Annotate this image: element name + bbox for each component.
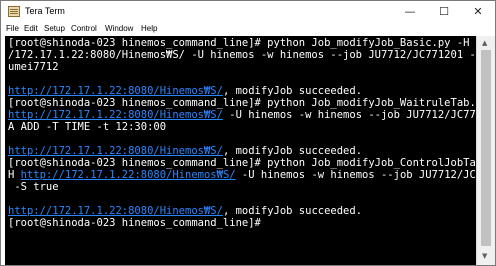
menu-edit[interactable]: Edit bbox=[24, 24, 38, 33]
scroll-up-arrow-icon[interactable]: ▲ bbox=[482, 39, 487, 47]
terminal-url-link[interactable]: http://172.17.1.22:8080/Hinemos₩S/ bbox=[21, 169, 236, 181]
close-button[interactable]: ✕ bbox=[461, 1, 495, 23]
menu-bar: File Edit Setup Control Window Help bbox=[1, 23, 495, 36]
terminal-text: A ADD -T TIME -t 12:30:00 bbox=[8, 121, 167, 133]
window-title: Tera Term bbox=[25, 6, 65, 16]
scrollbar-thumb[interactable] bbox=[481, 50, 491, 246]
terminal-text: , modifyJob succeeded. bbox=[222, 145, 363, 157]
terminal-screen[interactable]: [root@shinoda-023 hinemos_command_line]#… bbox=[5, 36, 476, 265]
tera-term-window: Tera Term — ☐ ✕ File Edit Setup Control … bbox=[0, 0, 496, 266]
maximize-button[interactable]: ☐ bbox=[427, 1, 461, 23]
terminal-text: /172.17.1.22:8080/Hinemos₩S/ -U hinemos … bbox=[8, 49, 476, 61]
terminal-line: http://172.17.1.22:8080/Hinemos₩S/, modi… bbox=[8, 85, 362, 97]
terminal-line: [root@shinoda-023 hinemos_command_line]#… bbox=[8, 37, 476, 49]
terminal-text: , modifyJob succeeded. bbox=[222, 205, 363, 217]
terminal-url-link[interactable]: http://172.17.1.22:8080/Hinemos₩S/ bbox=[8, 109, 223, 121]
terminal-text: -S true bbox=[8, 181, 59, 193]
scroll-down-arrow-icon[interactable]: ▼ bbox=[482, 252, 487, 260]
terminal-url-link[interactable]: http://172.17.1.22:8080/Hinemos₩S/ bbox=[8, 85, 223, 97]
terminal-line: umei7712 bbox=[8, 61, 59, 73]
menu-setup[interactable]: Setup bbox=[44, 24, 65, 33]
terminal-text: H bbox=[8, 169, 21, 181]
terminal-text: -U hinemos -w hinemos --job JU7712/JC771… bbox=[241, 169, 476, 181]
terminal-line: http://172.17.1.22:8080/Hinemos₩S/ -U hi… bbox=[8, 109, 476, 121]
terminal-line: [root@shinoda-023 hinemos_command_line]#… bbox=[8, 97, 476, 109]
menu-help[interactable]: Help bbox=[141, 24, 157, 33]
terminal-line: http://172.17.1.22:8080/Hinemos₩S/, modi… bbox=[8, 145, 362, 157]
minimize-button[interactable]: — bbox=[393, 1, 427, 23]
tera-term-app-icon bbox=[8, 6, 20, 17]
terminal-line: A ADD -T TIME -t 12:30:00 bbox=[8, 121, 166, 133]
terminal-line: http://172.17.1.22:8080/Hinemos₩S/, modi… bbox=[8, 205, 362, 217]
terminal-line: [root@shinoda-023 hinemos_command_line]#… bbox=[8, 157, 476, 169]
terminal-url-link[interactable]: http://172.17.1.22:8080/Hinemos₩S/ bbox=[8, 145, 223, 157]
menu-file[interactable]: File bbox=[6, 24, 19, 33]
terminal-text: [root@shinoda-023 hinemos_command_line]#… bbox=[8, 157, 476, 169]
terminal-line: -S true bbox=[8, 181, 59, 193]
terminal-line: /172.17.1.22:8080/Hinemos₩S/ -U hinemos … bbox=[8, 49, 476, 61]
terminal-url-link[interactable]: http://172.17.1.22:8080/Hinemos₩S/ bbox=[8, 205, 223, 217]
menu-window[interactable]: Window bbox=[105, 24, 133, 33]
terminal-text: [root@shinoda-023 hinemos_command_line]#… bbox=[8, 37, 476, 49]
terminal-text: -U hinemos -w hinemos --job JU7712/JC771… bbox=[229, 109, 476, 121]
terminal-line: [root@shinoda-023 hinemos_command_line]# bbox=[8, 217, 267, 229]
title-bar[interactable]: Tera Term — ☐ ✕ bbox=[1, 1, 495, 23]
terminal-text: umei7712 bbox=[8, 61, 59, 73]
vertical-scrollbar[interactable]: ▲ ▼ bbox=[476, 36, 495, 265]
terminal-text: , modifyJob succeeded. bbox=[222, 85, 363, 97]
menu-control[interactable]: Control bbox=[71, 24, 97, 33]
terminal-line: H http://172.17.1.22:8080/Hinemos₩S/ -U … bbox=[8, 169, 476, 181]
terminal-text: [root@shinoda-023 hinemos_command_line]# bbox=[8, 217, 268, 229]
terminal-text: [root@shinoda-023 hinemos_command_line]#… bbox=[8, 97, 476, 109]
